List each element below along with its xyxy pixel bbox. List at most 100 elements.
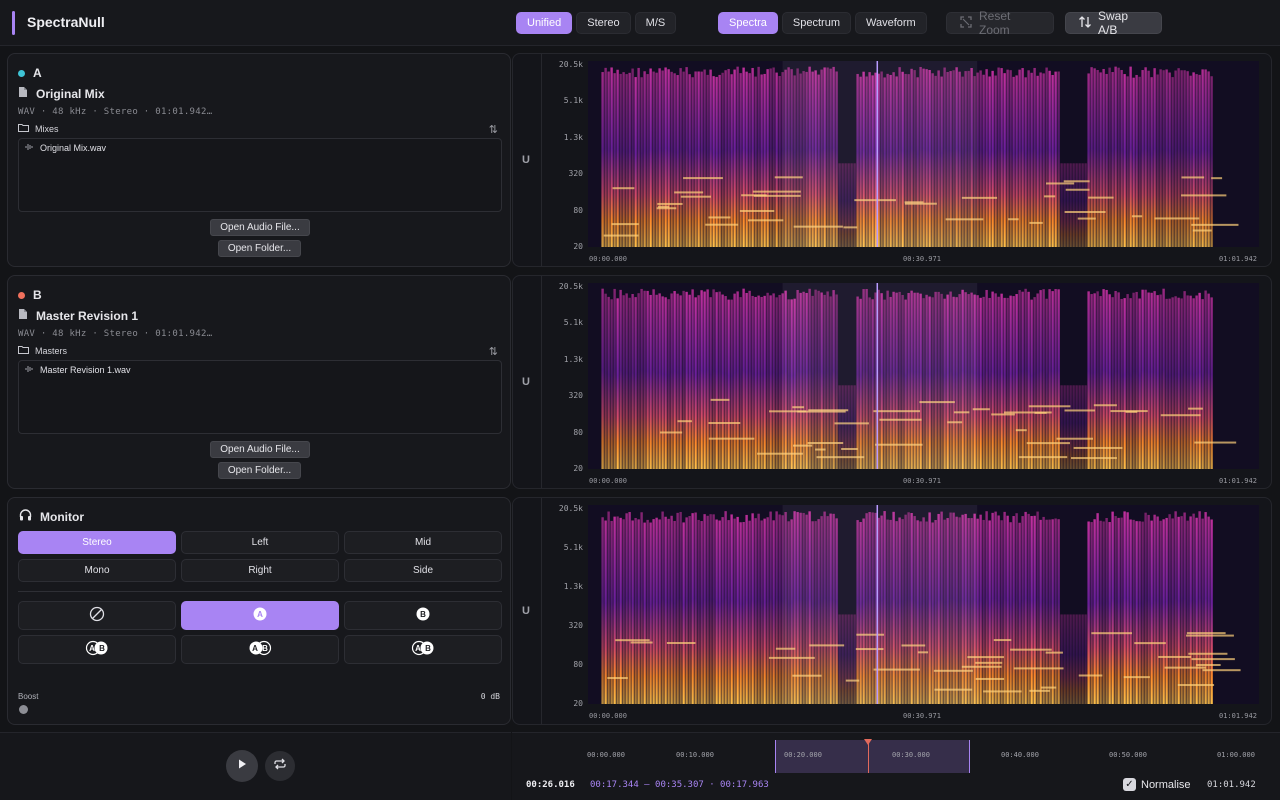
channel-mode-stereo[interactable]: Stereo — [576, 12, 631, 34]
timeline-tick: 00:00.000 — [587, 751, 625, 759]
source-a-minus-b-button[interactable]: AB — [18, 635, 176, 664]
svg-text:B: B — [425, 644, 431, 653]
view-mode-selector: Spectra Spectrum Waveform — [718, 12, 927, 34]
folder-icon — [18, 345, 29, 356]
slot-a-file-list[interactable]: Original Mix.wav — [18, 138, 502, 212]
freq-tick: 80 — [573, 660, 583, 669]
source-b-minus-a-button[interactable]: AB — [344, 635, 502, 664]
freq-tick: 320 — [568, 169, 583, 178]
spectrogram-texture — [588, 505, 1259, 704]
divider — [541, 498, 542, 724]
zoom-reset-icon — [959, 15, 973, 32]
monitor-mono-button[interactable]: Mono — [18, 559, 176, 582]
freq-tick: 20 — [573, 464, 583, 473]
timeline-tick: 00:10.000 — [676, 751, 714, 759]
freq-tick: 20 — [573, 699, 583, 708]
timeline-tick: 00:20.000 — [784, 751, 822, 759]
b-icon: B — [415, 606, 431, 625]
time-tick: 01:01.942 — [1219, 712, 1257, 720]
list-item[interactable]: Original Mix.wav — [25, 143, 106, 153]
freq-tick: 5.1k — [563, 318, 583, 327]
spectrogram-texture — [588, 283, 1259, 469]
spectrogram-image[interactable] — [588, 505, 1259, 704]
slot-a-folder-name: Mixes — [35, 123, 59, 134]
open-audio-file-button[interactable]: Open Audio File... — [210, 441, 310, 458]
time-tick: 01:01.942 — [1219, 477, 1257, 485]
swap-arrows-icon — [1078, 15, 1092, 32]
headphones-icon — [19, 509, 32, 524]
monitor-channel-grid: Stereo Left Mid Mono Right Side — [18, 531, 502, 582]
monitor-title: Monitor — [40, 509, 84, 524]
slot-a-panel: A Original Mix WAV · 48 kHz · Stereo · 0… — [7, 53, 511, 267]
sort-icon[interactable]: ⇅ — [489, 345, 498, 358]
divider — [541, 276, 542, 488]
freq-tick: 1.3k — [563, 582, 583, 591]
boost-slider[interactable] — [19, 705, 28, 714]
monitor-mid-button[interactable]: Mid — [344, 531, 502, 554]
source-a-plus-b-button[interactable]: AB — [181, 635, 339, 664]
sort-icon[interactable]: ⇅ — [489, 123, 498, 136]
slot-b-panel: B Master Revision 1 WAV · 48 kHz · Stere… — [7, 275, 511, 489]
normalise-label[interactable]: Normalise — [1141, 779, 1191, 791]
slot-a-file-meta: WAV · 48 kHz · Stereo · 01:01.942… — [18, 107, 213, 117]
source-a-button[interactable]: A — [181, 601, 339, 630]
play-icon — [236, 757, 248, 775]
monitor-stereo-button[interactable]: Stereo — [18, 531, 176, 554]
freq-tick: 5.1k — [563, 96, 583, 105]
slot-b-folder-name: Masters — [35, 345, 68, 356]
normalise-checkbox[interactable]: ✓ — [1123, 778, 1136, 791]
open-folder-button[interactable]: Open Folder... — [218, 462, 301, 479]
view-mode-spectrum[interactable]: Spectrum — [781, 12, 851, 34]
slot-b-file-list[interactable]: Master Revision 1.wav — [18, 360, 502, 434]
channel-mode-unified[interactable]: Unified — [516, 12, 573, 34]
slot-b-file-meta: WAV · 48 kHz · Stereo · 01:01.942… — [18, 329, 213, 339]
open-folder-button[interactable]: Open Folder... — [218, 240, 301, 257]
monitor-side-button[interactable]: Side — [344, 559, 502, 582]
spectrogram-image[interactable] — [588, 283, 1259, 469]
svg-text:A: A — [415, 644, 421, 653]
none-icon — [89, 606, 105, 625]
view-mode-spectra[interactable]: Spectra — [718, 12, 778, 34]
spectrogram-panel-b[interactable]: U 20.5k 5.1k 1.3k 320 80 20 00:00.000 00… — [512, 275, 1272, 489]
channel-label: U — [522, 154, 530, 166]
brand-accent-bar — [12, 11, 15, 35]
channel-mode-selector: Unified Stereo M/S — [516, 12, 677, 34]
view-mode-waveform[interactable]: Waveform — [855, 12, 927, 34]
monitor-source-grid: A B AB AB AB — [18, 601, 502, 664]
slot-b-folder-row[interactable]: Masters — [18, 345, 67, 356]
playhead-marker-icon[interactable] — [864, 739, 872, 745]
source-none-button[interactable] — [18, 601, 176, 630]
open-audio-file-button[interactable]: Open Audio File... — [210, 219, 310, 236]
time-tick: 00:00.000 — [589, 712, 627, 720]
list-item[interactable]: Master Revision 1.wav — [25, 365, 131, 375]
reset-zoom-button[interactable]: Reset Zoom — [946, 9, 1054, 37]
svg-text:A: A — [89, 644, 95, 653]
swap-ab-button[interactable]: Swap A/B — [1065, 9, 1162, 37]
time-tick: 01:01.942 — [1219, 255, 1257, 263]
spectrogram-panel-result[interactable]: U 20.5k 5.1k 1.3k 320 80 20 00:00.000 00… — [512, 497, 1272, 725]
channel-mode-ms[interactable]: M/S — [634, 12, 677, 34]
loop-button[interactable] — [265, 751, 295, 781]
freq-tick: 80 — [573, 428, 583, 437]
spectrogram-texture — [588, 61, 1259, 247]
freq-tick: 1.3k — [563, 133, 583, 142]
timeline-tick: 00:50.000 — [1109, 751, 1147, 759]
slot-b-label: B — [33, 288, 42, 302]
freq-tick: 5.1k — [563, 543, 583, 552]
timeline-tick: 00:30.000 — [892, 751, 930, 759]
spectrogram-panel-a[interactable]: U 20.5k 5.1k 1.3k 320 80 20 00:00.000 00… — [512, 53, 1272, 267]
channel-label: U — [522, 376, 530, 388]
divider — [541, 54, 542, 266]
play-button[interactable] — [226, 750, 258, 782]
freq-tick: 20.5k — [558, 60, 583, 69]
slot-a-folder-row[interactable]: Mixes — [18, 123, 59, 134]
swap-ab-label: Swap A/B — [1098, 9, 1129, 37]
monitor-left-button[interactable]: Left — [181, 531, 339, 554]
spectrogram-image[interactable] — [588, 61, 1259, 247]
monitor-right-button[interactable]: Right — [181, 559, 339, 582]
source-b-button[interactable]: B — [344, 601, 502, 630]
app-title: SpectraNull — [27, 14, 105, 30]
svg-text:B: B — [262, 644, 268, 653]
freq-tick: 1.3k — [563, 355, 583, 364]
time-tick: 00:00.000 — [589, 477, 627, 485]
